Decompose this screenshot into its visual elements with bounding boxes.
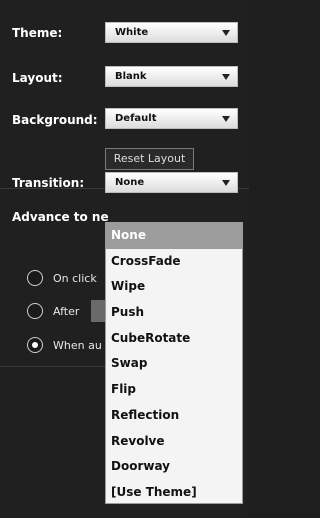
dropdown-option[interactable]: Flip xyxy=(106,377,242,403)
radio-label: After xyxy=(53,305,80,318)
theme-value: White xyxy=(115,27,149,38)
chevron-down-icon xyxy=(222,30,230,36)
radio-label: When au xyxy=(53,339,102,352)
radio-button[interactable] xyxy=(27,270,43,286)
layout-select[interactable]: Blank xyxy=(105,66,238,87)
transition-value: None xyxy=(115,177,145,188)
background-select[interactable]: Default xyxy=(105,108,238,129)
dropdown-option[interactable]: None xyxy=(106,223,242,249)
reset-layout-button[interactable]: Reset Layout xyxy=(105,148,194,170)
transition-dropdown-list: None CrossFade Wipe Push CubeRotate Swap Flip R… xyxy=(105,222,243,504)
theme-label: Theme: xyxy=(12,26,63,40)
background-label: Background: xyxy=(12,113,98,127)
settings-panel: Theme: White Layout: Blank Background: D… xyxy=(0,0,249,518)
radio-button[interactable] xyxy=(27,303,43,319)
background-value: Default xyxy=(115,113,157,124)
layout-value: Blank xyxy=(115,71,147,82)
dropdown-option[interactable]: CrossFade xyxy=(106,249,242,275)
chevron-down-icon xyxy=(222,116,230,122)
transition-label: Transition: xyxy=(12,176,85,190)
layout-label: Layout: xyxy=(12,71,63,85)
dropdown-option[interactable]: Doorway xyxy=(106,454,242,480)
chevron-down-icon xyxy=(222,74,230,80)
dropdown-option[interactable]: Wipe xyxy=(106,274,242,300)
advance-label: Advance to ne xyxy=(12,210,109,224)
radio-label: On click xyxy=(53,272,97,285)
dropdown-option[interactable]: CubeRotate xyxy=(106,326,242,352)
dropdown-option[interactable]: Reflection xyxy=(106,403,242,429)
radio-button[interactable] xyxy=(27,337,43,353)
chevron-down-icon xyxy=(222,180,230,186)
transition-select[interactable]: None xyxy=(105,172,238,193)
dropdown-option[interactable]: Swap xyxy=(106,351,242,377)
dropdown-option[interactable]: Revolve xyxy=(106,429,242,455)
dropdown-option[interactable]: Push xyxy=(106,300,242,326)
section-divider xyxy=(0,366,105,367)
theme-select[interactable]: White xyxy=(105,22,238,43)
dropdown-option[interactable]: [Use Theme] xyxy=(106,480,242,506)
